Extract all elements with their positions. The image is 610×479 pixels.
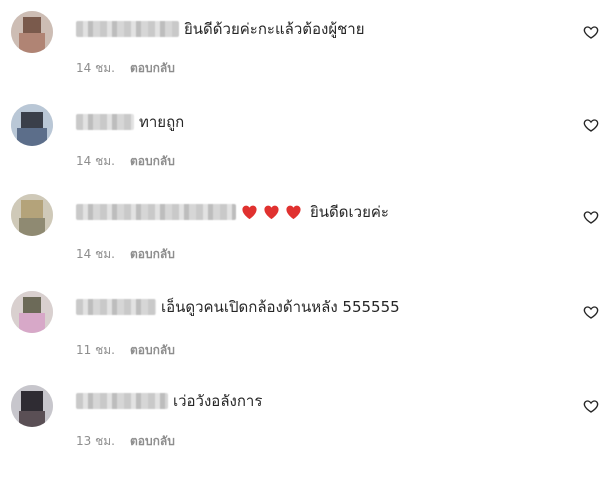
comment-text: ทายถูก xyxy=(139,113,185,131)
avatar[interactable] xyxy=(11,291,53,333)
timestamp: 13 ชม. xyxy=(76,434,115,448)
comment-text: ยินดีด้วยค่ะกะแล้วต้องผู้ชาย xyxy=(184,20,365,38)
heart-outline-icon[interactable] xyxy=(583,304,599,320)
heart-outline-icon[interactable] xyxy=(583,209,599,225)
username[interactable] xyxy=(76,114,134,130)
red-heart-icon xyxy=(286,205,301,220)
timestamp: 14 ชม. xyxy=(76,247,115,261)
reply-button[interactable]: ตอบกลับ xyxy=(130,341,175,360)
reply-button[interactable]: ตอบกลับ xyxy=(130,245,175,264)
username[interactable] xyxy=(76,204,236,220)
comment-item: เอ็นดูวคนเปิดกล้องด้านหลัง 555555 11 ชม.… xyxy=(0,291,610,385)
avatar[interactable] xyxy=(11,104,53,146)
username[interactable] xyxy=(76,299,156,315)
comment-line: ทายถูก xyxy=(76,110,184,134)
comment-meta: 11 ชม. ตอบกลับ xyxy=(76,341,175,360)
timestamp: 11 ชม. xyxy=(76,343,115,357)
comment-item: ยินดีดเวยค่ะ 14 ชม. ตอบกลับ xyxy=(0,194,610,290)
comment-line: ยินดีด้วยค่ะกะแล้วต้องผู้ชาย xyxy=(76,17,365,41)
reply-button[interactable]: ตอบกลับ xyxy=(130,152,175,171)
heart-outline-icon[interactable] xyxy=(583,24,599,40)
comment-meta: 14 ชม. ตอบกลับ xyxy=(76,152,175,171)
comment-meta: 14 ชม. ตอบกลับ xyxy=(76,59,175,78)
comment-item: ทายถูก 14 ชม. ตอบกลับ xyxy=(0,104,610,200)
avatar[interactable] xyxy=(11,11,53,53)
comment-line: เอ็นดูวคนเปิดกล้องด้านหลัง 555555 xyxy=(76,295,400,319)
comment-item: ยินดีด้วยค่ะกะแล้วต้องผู้ชาย 14 ชม. ตอบก… xyxy=(0,11,610,107)
reply-button[interactable]: ตอบกลับ xyxy=(130,432,175,451)
red-heart-icon xyxy=(242,205,257,220)
heart-outline-icon[interactable] xyxy=(583,117,599,133)
avatar[interactable] xyxy=(11,385,53,427)
comment-text: เอ็นดูวคนเปิดกล้องด้านหลัง 555555 xyxy=(161,298,400,316)
username[interactable] xyxy=(76,21,179,37)
timestamp: 14 ชม. xyxy=(76,61,115,75)
heart-outline-icon[interactable] xyxy=(583,398,599,414)
comment-meta: 13 ชม. ตอบกลับ xyxy=(76,432,175,451)
comment-item: เว่อวังอลังการ 13 ชม. ตอบกลับ xyxy=(0,385,610,479)
username[interactable] xyxy=(76,393,168,409)
timestamp: 14 ชม. xyxy=(76,154,115,168)
comment-line: เว่อวังอลังการ xyxy=(76,389,262,413)
comment-text: ยินดีดเวยค่ะ xyxy=(310,203,389,221)
avatar[interactable] xyxy=(11,194,53,236)
emoji-group xyxy=(241,204,307,220)
reply-button[interactable]: ตอบกลับ xyxy=(130,59,175,78)
comment-meta: 14 ชม. ตอบกลับ xyxy=(76,245,175,264)
comment-line: ยินดีดเวยค่ะ xyxy=(76,200,389,224)
comment-text: เว่อวังอลังการ xyxy=(173,392,263,410)
red-heart-icon xyxy=(264,205,279,220)
